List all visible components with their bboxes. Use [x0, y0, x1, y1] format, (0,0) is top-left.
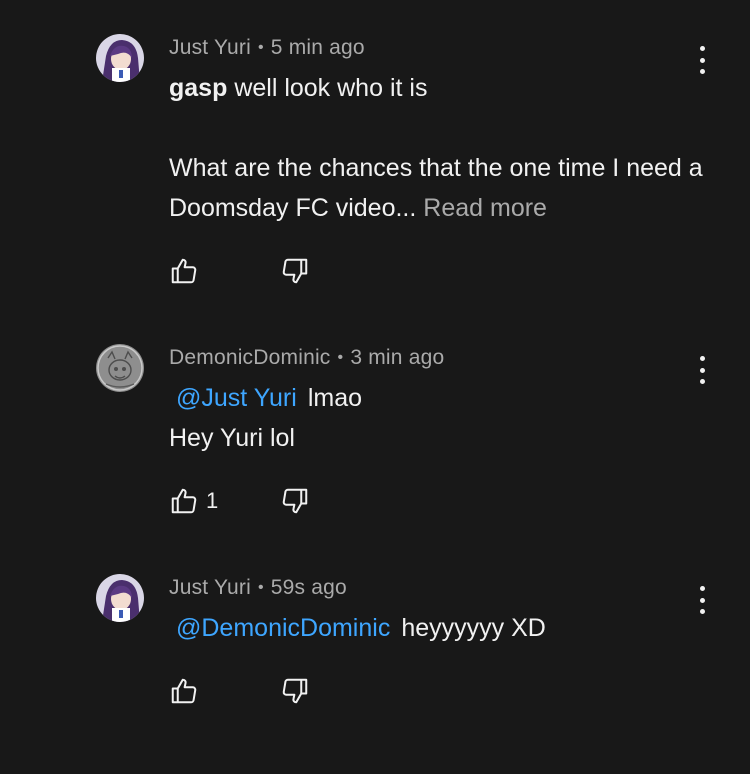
comment-author[interactable]: Just Yuri [169, 576, 251, 599]
mention-link[interactable]: @DemonicDominic [176, 614, 390, 642]
comment-author[interactable]: DemonicDominic [169, 346, 331, 369]
comment-author[interactable]: Just Yuri [169, 36, 251, 59]
comment-text: well look who it is [234, 74, 428, 102]
dislike-button[interactable] [280, 254, 310, 288]
more-options-icon[interactable] [688, 352, 716, 388]
separator-dot: • [257, 579, 264, 596]
avatar[interactable] [96, 574, 144, 622]
dislike-button[interactable] [280, 484, 310, 518]
comment-actions [169, 254, 369, 288]
comment-meta: Just Yuri • 59s ago [169, 574, 347, 602]
comment-actions [169, 674, 369, 708]
thumbs-up-icon [171, 258, 197, 284]
comment-text: heyyyyyy XD [401, 614, 546, 642]
comment-text: lmao [307, 384, 362, 412]
separator-dot: • [257, 39, 264, 56]
comment-time[interactable]: 3 min ago [350, 346, 444, 369]
anime-girl-avatar-icon [96, 34, 144, 82]
comment-time[interactable]: 59s ago [271, 576, 347, 599]
comment-body: @Just Yuri lmao Hey Yuri lol [169, 378, 709, 458]
avatar[interactable] [96, 344, 144, 392]
grey-sketch-avatar-icon [96, 344, 144, 392]
thumbs-down-icon [282, 488, 308, 514]
comment-meta: Just Yuri • 5 min ago [169, 34, 365, 62]
comment-text: Hey Yuri lol [169, 424, 295, 452]
like-button[interactable] [169, 674, 206, 708]
dislike-button[interactable] [280, 674, 310, 708]
avatar[interactable] [96, 34, 144, 82]
thumbs-up-icon [171, 488, 197, 514]
comment-actions: 1 [169, 484, 369, 518]
more-options-icon[interactable] [688, 42, 716, 78]
comment-time[interactable]: 5 min ago [271, 36, 365, 59]
read-more-link[interactable]: Read more [423, 194, 547, 222]
comment-body: @DemonicDominic heyyyyyy XD [169, 608, 709, 648]
like-count: 1 [206, 488, 219, 513]
thumbs-down-icon [282, 258, 308, 284]
like-button[interactable] [169, 254, 206, 288]
like-button[interactable]: 1 [169, 484, 218, 518]
separator-dot: • [337, 349, 344, 366]
anime-girl-avatar-icon [96, 574, 144, 622]
more-options-icon[interactable] [688, 582, 716, 618]
thumbs-up-icon [171, 678, 197, 704]
comment-body: gasp well look who it is What are the ch… [169, 68, 709, 228]
comment-meta: DemonicDominic • 3 min ago [169, 344, 444, 372]
mention-link[interactable]: @Just Yuri [176, 384, 297, 412]
comment-bold-text: gasp [169, 74, 228, 102]
thumbs-down-icon [282, 678, 308, 704]
